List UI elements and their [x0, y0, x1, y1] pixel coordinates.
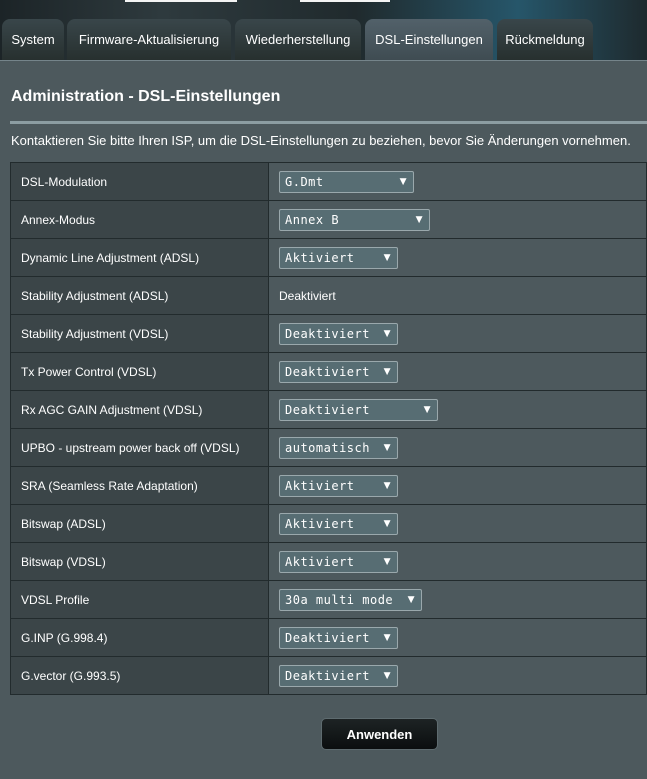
setting-value: Annex B ▼: [268, 200, 647, 239]
setting-label: Bitswap (ADSL): [10, 504, 269, 543]
tab-feedback[interactable]: Rückmeldung: [497, 19, 593, 60]
table-row: Bitswap (VDSL) Aktiviert ▼: [10, 542, 647, 581]
setting-label: SRA (Seamless Rate Adaptation): [10, 466, 269, 505]
table-row: SRA (Seamless Rate Adaptation) Aktiviert…: [10, 466, 647, 505]
ginp-select[interactable]: Deaktiviert ▼: [279, 626, 398, 649]
setting-value: Aktiviert ▼: [268, 504, 647, 543]
dsl-settings-table: DSL-Modulation G.Dmt ▼ Annex-Modus Annex …: [10, 162, 647, 695]
select-value: Annex B: [285, 212, 340, 227]
annex-mode-select[interactable]: Annex B ▼: [279, 208, 430, 231]
setting-label: Bitswap (VDSL): [10, 542, 269, 581]
dropdown-arrow-icon: ▼: [383, 670, 391, 681]
dropdown-arrow-icon: ▼: [407, 594, 415, 605]
table-row: Tx Power Control (VDSL) Deaktiviert ▼: [10, 352, 647, 391]
table-row: VDSL Profile 30a multi mode ▼: [10, 580, 647, 619]
vdsl-profile-select[interactable]: 30a multi mode ▼: [279, 588, 422, 611]
select-value: automatisch: [285, 440, 370, 455]
select-value: Deaktiviert: [285, 402, 370, 417]
tab-bar: System Firmware-Aktualisierung Wiederher…: [0, 19, 647, 60]
table-row: G.vector (G.993.5) Deaktiviert ▼: [10, 656, 647, 695]
setting-value: Deaktiviert ▼: [268, 352, 647, 391]
tab-system[interactable]: System: [2, 19, 64, 60]
setting-value: Deaktiviert: [268, 276, 647, 315]
tx-power-control-select[interactable]: Deaktiviert ▼: [279, 360, 398, 383]
select-value: Aktiviert: [285, 516, 355, 531]
setting-label: G.INP (G.998.4): [10, 618, 269, 657]
tab-dsl-settings[interactable]: DSL-Einstellungen: [365, 19, 493, 60]
apply-button[interactable]: Anwenden: [321, 718, 438, 750]
dropdown-arrow-icon: ▼: [383, 252, 391, 263]
dsl-modulation-select[interactable]: G.Dmt ▼: [279, 170, 414, 193]
table-row: Stability Adjustment (VDSL) Deaktiviert ▼: [10, 314, 647, 353]
setting-value: Aktiviert ▼: [268, 542, 647, 581]
setting-value: Deaktiviert ▼: [268, 390, 647, 429]
dropdown-arrow-icon: ▼: [423, 404, 431, 415]
tab-firmware-update[interactable]: Firmware-Aktualisierung: [67, 19, 231, 60]
setting-label: G.vector (G.993.5): [10, 656, 269, 695]
select-value: 30a multi mode: [285, 592, 394, 607]
page-title: Administration - DSL-Einstellungen: [11, 88, 281, 105]
setting-value: Deaktiviert ▼: [268, 314, 647, 353]
table-row: DSL-Modulation G.Dmt ▼: [10, 162, 647, 201]
dropdown-arrow-icon: ▼: [415, 214, 423, 225]
select-value: G.Dmt: [285, 174, 324, 189]
setting-value: G.Dmt ▼: [268, 162, 647, 201]
bitswap-adsl-select[interactable]: Aktiviert ▼: [279, 512, 398, 535]
select-value: Deaktiviert: [285, 668, 370, 683]
page-description: Kontaktieren Sie bitte Ihren ISP, um die…: [11, 133, 631, 148]
setting-value: 30a multi mode ▼: [268, 580, 647, 619]
select-value: Deaktiviert: [285, 630, 370, 645]
table-row: Rx AGC GAIN Adjustment (VDSL) Deaktivier…: [10, 390, 647, 429]
setting-value: Deaktiviert ▼: [268, 656, 647, 695]
select-value: Deaktiviert: [285, 326, 370, 341]
dropdown-arrow-icon: ▼: [383, 480, 391, 491]
setting-value: Aktiviert ▼: [268, 238, 647, 277]
select-value: Deaktiviert: [285, 364, 370, 379]
select-value: Aktiviert: [285, 250, 355, 265]
dropdown-arrow-icon: ▼: [383, 328, 391, 339]
setting-label: Stability Adjustment (ADSL): [10, 276, 269, 315]
sra-select[interactable]: Aktiviert ▼: [279, 474, 398, 497]
tab-restore[interactable]: Wiederherstellung: [235, 19, 361, 60]
select-value: Aktiviert: [285, 478, 355, 493]
gvector-select[interactable]: Deaktiviert ▼: [279, 664, 398, 687]
table-row: Stability Adjustment (ADSL) Deaktiviert: [10, 276, 647, 315]
dynamic-line-adjustment-select[interactable]: Aktiviert ▼: [279, 246, 398, 269]
stability-adsl-static-value: Deaktiviert: [279, 288, 336, 303]
title-divider: [10, 121, 647, 124]
setting-label: Annex-Modus: [10, 200, 269, 239]
table-row: G.INP (G.998.4) Deaktiviert ▼: [10, 618, 647, 657]
upbo-select[interactable]: automatisch ▼: [279, 436, 398, 459]
dropdown-arrow-icon: ▼: [383, 518, 391, 529]
dropdown-arrow-icon: ▼: [383, 366, 391, 377]
setting-value: automatisch ▼: [268, 428, 647, 467]
dropdown-arrow-icon: ▼: [399, 176, 407, 187]
table-row: Annex-Modus Annex B ▼: [10, 200, 647, 239]
setting-label: DSL-Modulation: [10, 162, 269, 201]
setting-label: UPBO - upstream power back off (VDSL): [10, 428, 269, 467]
bitswap-vdsl-select[interactable]: Aktiviert ▼: [279, 550, 398, 573]
table-row: Bitswap (ADSL) Aktiviert ▼: [10, 504, 647, 543]
dropdown-arrow-icon: ▼: [383, 442, 391, 453]
setting-value: Aktiviert ▼: [268, 466, 647, 505]
setting-label: VDSL Profile: [10, 580, 269, 619]
dropdown-arrow-icon: ▼: [383, 632, 391, 643]
table-row: UPBO - upstream power back off (VDSL) au…: [10, 428, 647, 467]
top-banner-bar: [300, 0, 390, 2]
setting-label: Stability Adjustment (VDSL): [10, 314, 269, 353]
setting-value: Deaktiviert ▼: [268, 618, 647, 657]
setting-label: Rx AGC GAIN Adjustment (VDSL): [10, 390, 269, 429]
select-value: Aktiviert: [285, 554, 355, 569]
table-row: Dynamic Line Adjustment (ADSL) Aktiviert…: [10, 238, 647, 277]
rx-agc-gain-select[interactable]: Deaktiviert ▼: [279, 398, 438, 421]
dropdown-arrow-icon: ▼: [383, 556, 391, 567]
main-panel: Administration - DSL-Einstellungen Konta…: [0, 60, 647, 779]
top-banner-bar: [125, 0, 237, 2]
setting-label: Tx Power Control (VDSL): [10, 352, 269, 391]
setting-label: Dynamic Line Adjustment (ADSL): [10, 238, 269, 277]
stability-vdsl-select[interactable]: Deaktiviert ▼: [279, 322, 398, 345]
